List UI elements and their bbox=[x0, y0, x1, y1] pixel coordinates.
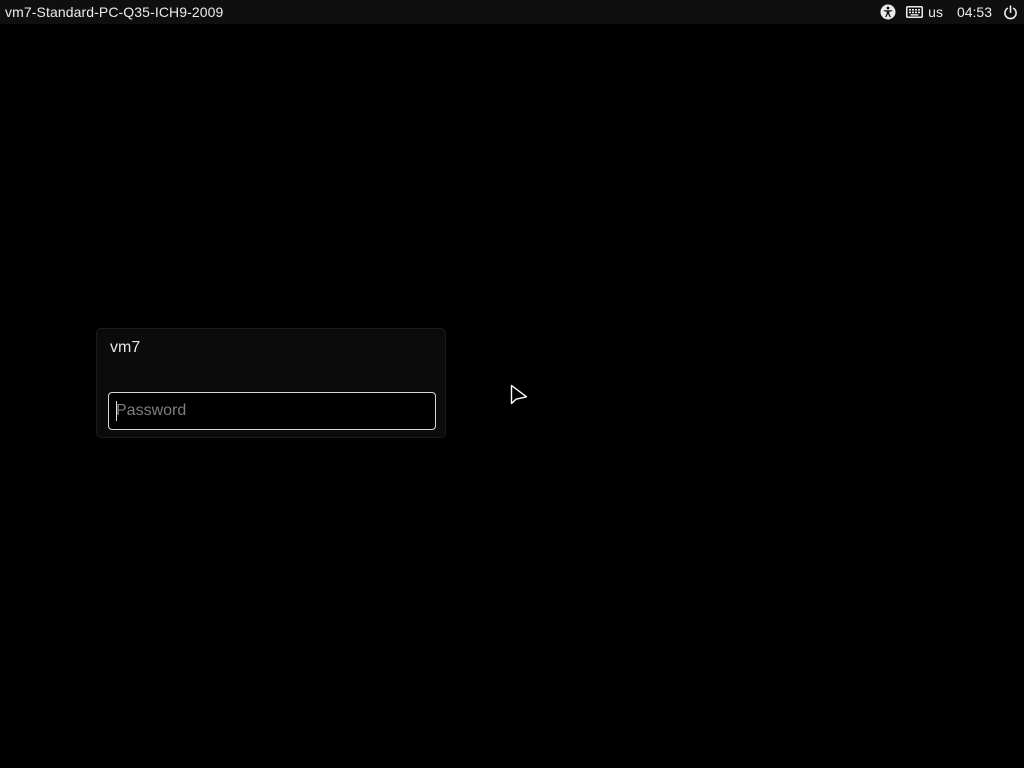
accessibility-icon[interactable] bbox=[879, 0, 897, 24]
mouse-pointer-icon bbox=[510, 384, 528, 405]
power-icon[interactable] bbox=[1002, 0, 1018, 24]
text-caret bbox=[116, 401, 117, 421]
username-label[interactable]: vm7 bbox=[110, 339, 140, 357]
login-card: vm7 bbox=[96, 328, 446, 438]
top-bar: vm7-Standard-PC-Q35-ICH9-2009 us 04:53 bbox=[0, 0, 1024, 24]
hostname-label: vm7-Standard-PC-Q35-ICH9-2009 bbox=[5, 4, 224, 20]
indicator-area: us 04:53 bbox=[879, 0, 1018, 24]
password-input[interactable] bbox=[108, 392, 436, 430]
clock[interactable]: 04:53 bbox=[957, 0, 992, 24]
keyboard-layout-label[interactable]: us bbox=[928, 0, 943, 24]
keyboard-icon[interactable] bbox=[905, 0, 923, 24]
